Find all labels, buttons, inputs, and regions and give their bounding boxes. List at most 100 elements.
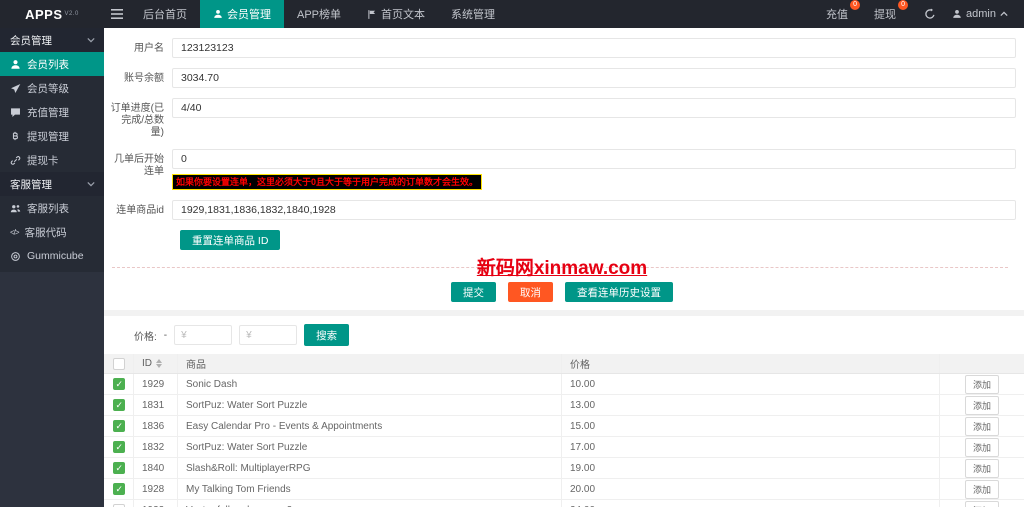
field-control [172, 68, 1016, 88]
brand-version: V2.0 [65, 11, 79, 17]
refresh-icon[interactable] [924, 8, 936, 20]
add-button[interactable]: 添加 [965, 417, 999, 436]
field-note: 如果你要设置连单，这里必须大于0且大于等于用户完成的订单数才会生效。 [172, 172, 1016, 190]
send-icon [10, 83, 21, 94]
row-product-cell: Vector full:parkour run 2 [178, 500, 562, 507]
price-min-input[interactable] [174, 325, 232, 345]
topbar-right: 充值 0 提现 0 admin [818, 0, 1024, 28]
row-id-cell: 1928 [134, 479, 178, 499]
search-button[interactable]: 搜索 [304, 324, 349, 346]
products-table: ID 商品 价格 1929 Sonic Dash 10.00 添加 [104, 354, 1024, 507]
row-product-cell: SortPuz: Water Sort Puzzle [178, 437, 562, 457]
id-header-cell: ID [134, 354, 178, 373]
field-input[interactable] [172, 149, 1016, 169]
sidebar-item-support-list[interactable]: 客服列表 [0, 196, 104, 220]
sidebar-group-member-mgmt[interactable]: 会员管理 [0, 28, 104, 52]
sidebar-group-label: 客服管理 [10, 177, 52, 192]
brand-name: APPS [25, 7, 62, 22]
reset-row: 重置连单商品 ID [180, 230, 1016, 250]
form-actions: 提交 取消 查看连单历史设置 [108, 282, 1016, 302]
select-all-checkbox[interactable] [113, 358, 125, 370]
nav-item-app-ranking[interactable]: APP榜单 [284, 0, 354, 28]
nav-item-dashboard[interactable]: 后台首页 [130, 0, 200, 28]
add-button[interactable]: 添加 [965, 438, 999, 457]
row-product-cell: Sonic Dash [178, 374, 562, 394]
table-header-row: ID 商品 价格 [104, 354, 1024, 374]
sidebar-item-recharge-mgmt[interactable]: 充值管理 [0, 100, 104, 124]
row-checkbox[interactable] [113, 462, 125, 474]
field-label: 订单进度(已完成/总数量) [108, 98, 172, 139]
table-row: 1840 Slash&Roll: MultiplayerRPG 19.00 添加 [104, 458, 1024, 479]
sort-icon[interactable] [156, 359, 162, 368]
nav-item-members[interactable]: 会员管理 [200, 0, 284, 28]
table-row: 1832 SortPuz: Water Sort Puzzle 17.00 添加 [104, 437, 1024, 458]
row-checkbox[interactable] [113, 378, 125, 390]
users-icon [10, 203, 21, 214]
form-row: 几单后开始连单 如果你要设置连单，这里必须大于0且大于等于用户完成的订单数才会生… [108, 149, 1016, 190]
reset-chain-products-button[interactable]: 重置连单商品 ID [180, 230, 280, 250]
row-action-cell: 添加 [940, 500, 1024, 507]
add-button[interactable]: 添加 [965, 501, 999, 507]
sidebar-item-withdraw-card[interactable]: 提现卡 [0, 148, 104, 172]
sidebar-item-label: 提现管理 [27, 129, 69, 144]
row-checkbox-cell [104, 416, 134, 436]
submit-button[interactable]: 提交 [451, 282, 496, 302]
sidebar: 会员管理 会员列表 会员等级 充值管理 提现管理 提现卡 客服管理 [0, 28, 104, 507]
select-all-cell [104, 354, 134, 373]
field-control [172, 38, 1016, 58]
row-price-cell: 10.00 [562, 374, 940, 394]
price-filter-label: 价格: [134, 328, 157, 343]
menu-toggle-icon[interactable] [104, 0, 130, 28]
row-checkbox[interactable] [113, 399, 125, 411]
price-filter-bar: 价格: - 搜索 [104, 316, 1024, 354]
sidebar-group-support-mgmt[interactable]: 客服管理 [0, 172, 104, 196]
nav-item-system[interactable]: 系统管理 [438, 0, 508, 28]
sidebar-item-support-code[interactable]: </> 客服代码 [0, 220, 104, 244]
topbar: APPSV2.0 后台首页 会员管理 APP榜单 首页文本 系统管理 充值 0 … [0, 0, 1024, 28]
sidebar-item-label: Gummicube [27, 250, 84, 262]
note-text: 如果你要设置连单，这里必须大于0且大于等于用户完成的订单数才会生效。 [173, 175, 481, 189]
view-chain-history-button[interactable]: 查看连单历史设置 [565, 282, 673, 302]
row-price-cell: 19.00 [562, 458, 940, 478]
code-icon: </> [10, 228, 19, 237]
form-row: 连单商品id [108, 200, 1016, 220]
sidebar-item-gummicube[interactable]: Gummicube [0, 244, 104, 268]
row-action-cell: 添加 [940, 395, 1024, 415]
add-button[interactable]: 添加 [965, 396, 999, 415]
add-button[interactable]: 添加 [965, 375, 999, 394]
price-max-input[interactable] [239, 325, 297, 345]
field-input[interactable] [172, 200, 1016, 220]
sidebar-item-withdraw-mgmt[interactable]: 提现管理 [0, 124, 104, 148]
row-checkbox[interactable] [113, 441, 125, 453]
withdraw-link[interactable]: 提现 0 [866, 6, 904, 22]
username: admin [966, 8, 996, 20]
row-checkbox[interactable] [113, 420, 125, 432]
row-action-cell: 添加 [940, 479, 1024, 499]
recharge-link[interactable]: 充值 0 [818, 6, 856, 22]
watermark-text: 新码网xinmaw.com [108, 253, 1016, 280]
field-label: 账号余额 [108, 68, 172, 88]
person-icon [952, 9, 962, 19]
sidebar-item-member-level[interactable]: 会员等级 [0, 76, 104, 100]
sidebar-group-label: 会员管理 [10, 33, 52, 48]
divider-zone: 新码网xinmaw.com [108, 252, 1016, 282]
nav-label: APP榜单 [297, 6, 341, 22]
row-id-cell: 1831 [134, 395, 178, 415]
row-id-cell: 1932 [134, 500, 178, 507]
add-button[interactable]: 添加 [965, 459, 999, 478]
field-input[interactable] [172, 38, 1016, 58]
field-input[interactable] [172, 68, 1016, 88]
add-button[interactable]: 添加 [965, 480, 999, 499]
cancel-button[interactable]: 取消 [508, 282, 553, 302]
id-header-label: ID [142, 358, 152, 369]
product-header-cell: 商品 [178, 354, 562, 373]
row-checkbox[interactable] [113, 483, 125, 495]
row-price-cell: 13.00 [562, 395, 940, 415]
table-row: 1831 SortPuz: Water Sort Puzzle 13.00 添加 [104, 395, 1024, 416]
user-menu[interactable]: admin [946, 8, 1014, 20]
sidebar-item-member-list[interactable]: 会员列表 [0, 52, 104, 76]
comment-icon [10, 107, 21, 118]
row-id-cell: 1836 [134, 416, 178, 436]
nav-item-home-text[interactable]: 首页文本 [354, 0, 438, 28]
field-input[interactable] [172, 98, 1016, 118]
